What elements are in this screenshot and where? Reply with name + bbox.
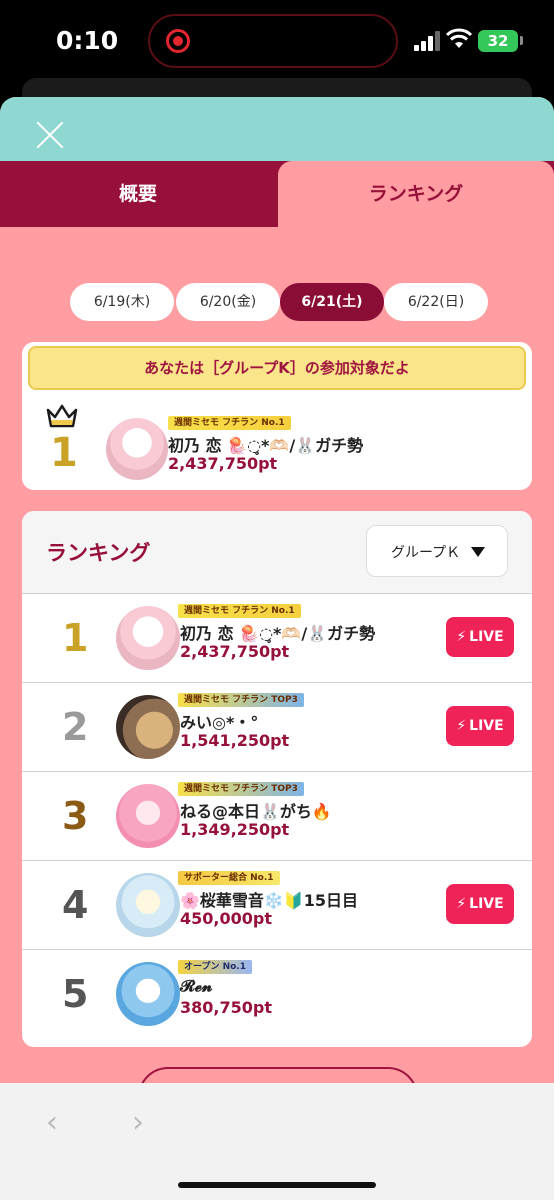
my-rank-number: 1: [50, 430, 78, 476]
live-label: LIVE: [469, 718, 504, 734]
live-button[interactable]: ⚡ LIVE: [446, 884, 514, 924]
ranking-header: ランキング グループＫ: [22, 511, 532, 593]
user-points: 1,541,250pt: [180, 731, 290, 750]
rank-badge: 週間ミセモ フチラン TOP3: [178, 782, 304, 796]
live-label: LIVE: [469, 896, 504, 912]
date-pill-0620[interactable]: 6/20(金): [176, 283, 280, 321]
group-dropdown-label: グループＫ: [391, 545, 461, 561]
live-button[interactable]: ⚡ LIVE: [446, 617, 514, 657]
live-button[interactable]: ⚡ LIVE: [446, 706, 514, 746]
table-row[interactable]: 3 週間ミセモ フチラン TOP3 ねる@本日🐰がち🔥 1,349,250pt: [22, 771, 532, 860]
close-icon[interactable]: [34, 119, 66, 151]
group-notice-banner: あなたは［グループK］の参加対象だよ: [28, 346, 526, 390]
user-name: みい◎*・°: [180, 713, 259, 732]
crown-icon: [46, 404, 78, 428]
recording-icon: [166, 29, 190, 53]
rank-badge: オープン No.1: [178, 960, 252, 974]
user-name: 初乃 恋 🪼◌̥*🫶🏻/🐰ガチ勢: [180, 624, 376, 643]
signal-icon: [414, 31, 442, 51]
battery-tip: [520, 36, 523, 45]
forward-arrow-icon[interactable]: ›: [132, 1105, 144, 1140]
table-row[interactable]: 2 週間ミセモ フチラン TOP3 みい◎*・° 1,541,250pt ⚡ LI…: [22, 682, 532, 771]
user-name: 🌸桜華雪音❄️🔰15日目: [180, 891, 359, 910]
live-label: LIVE: [469, 629, 504, 645]
battery-level: 32: [478, 30, 518, 52]
rank-number: 2: [62, 705, 89, 749]
rank-badge: サポーター総合 No.1: [178, 871, 280, 885]
rank-number: 4: [62, 883, 89, 927]
user-points: 450,000pt: [180, 909, 272, 928]
wifi-icon: [446, 28, 472, 48]
my-rank-card: あなたは［グループK］の参加対象だよ 1 週間ミセモ フチラン No.1 初乃 …: [22, 342, 532, 490]
table-row[interactable]: 5 オープン No.1 𝓡𝓮𝓷 380,750pt: [22, 949, 532, 1038]
table-row[interactable]: 1 週間ミセモ フチラン No.1 初乃 恋 🪼◌̥*🫶🏻/🐰ガチ勢 2,437…: [22, 593, 532, 682]
tab-bar: 概要 ランキング: [0, 161, 554, 227]
avatar[interactable]: [116, 873, 180, 937]
user-points: 380,750pt: [180, 998, 272, 1017]
tab-overview[interactable]: 概要: [0, 161, 276, 227]
dynamic-island: [148, 14, 398, 68]
user-points: 2,437,750pt: [168, 454, 278, 473]
date-pill-0622[interactable]: 6/22(日): [384, 283, 488, 321]
tab-ranking[interactable]: ランキング: [278, 161, 554, 227]
avatar[interactable]: [116, 784, 180, 848]
status-bar: 0:10 32: [0, 0, 554, 90]
group-dropdown[interactable]: グループＫ: [366, 525, 508, 577]
date-pill-0621[interactable]: 6/21(土): [280, 283, 384, 321]
status-time: 0:10: [56, 26, 119, 55]
user-name: 𝓡𝓮𝓷: [180, 976, 213, 995]
table-row[interactable]: 4 サポーター総合 No.1 🌸桜華雪音❄️🔰15日目 450,000pt ⚡ L…: [22, 860, 532, 949]
ranking-title: ランキング: [46, 541, 151, 565]
rank-number: 1: [62, 616, 89, 660]
user-name: 初乃 恋 🪼◌̥*🫶🏻/🐰ガチ勢: [168, 436, 364, 455]
date-pill-0619[interactable]: 6/19(木): [70, 283, 174, 321]
rank-badge: 週間ミセモ フチラン No.1: [178, 604, 301, 618]
avatar[interactable]: [116, 606, 180, 670]
avatar[interactable]: [106, 418, 168, 480]
rank-number: 5: [62, 972, 89, 1016]
caret-down-icon: [471, 547, 485, 557]
user-name: ねる@本日🐰がち🔥: [180, 802, 332, 821]
avatar[interactable]: [116, 695, 180, 759]
lightning-icon: ⚡: [456, 629, 467, 645]
ranking-card: ランキング グループＫ 1 週間ミセモ フチラン No.1 初乃 恋 🪼◌̥*🫶…: [22, 511, 532, 1047]
back-arrow-icon[interactable]: ‹: [46, 1105, 58, 1140]
sheet-header: [0, 97, 554, 161]
rank-badge: 週間ミセモ フチラン No.1: [168, 416, 291, 430]
avatar[interactable]: [116, 962, 180, 1026]
home-indicator: [178, 1182, 376, 1188]
lightning-icon: ⚡: [456, 718, 467, 734]
user-points: 1,349,250pt: [180, 820, 290, 839]
user-points: 2,437,750pt: [180, 642, 290, 661]
lightning-icon: ⚡: [456, 896, 467, 912]
rank-number: 3: [62, 794, 89, 838]
rank-badge: 週間ミセモ フチラン TOP3: [178, 693, 304, 707]
ranking-sheet: 概要 ランキング 6/19(木) 6/20(金) 6/21(土) 6/22(日)…: [0, 97, 554, 1200]
